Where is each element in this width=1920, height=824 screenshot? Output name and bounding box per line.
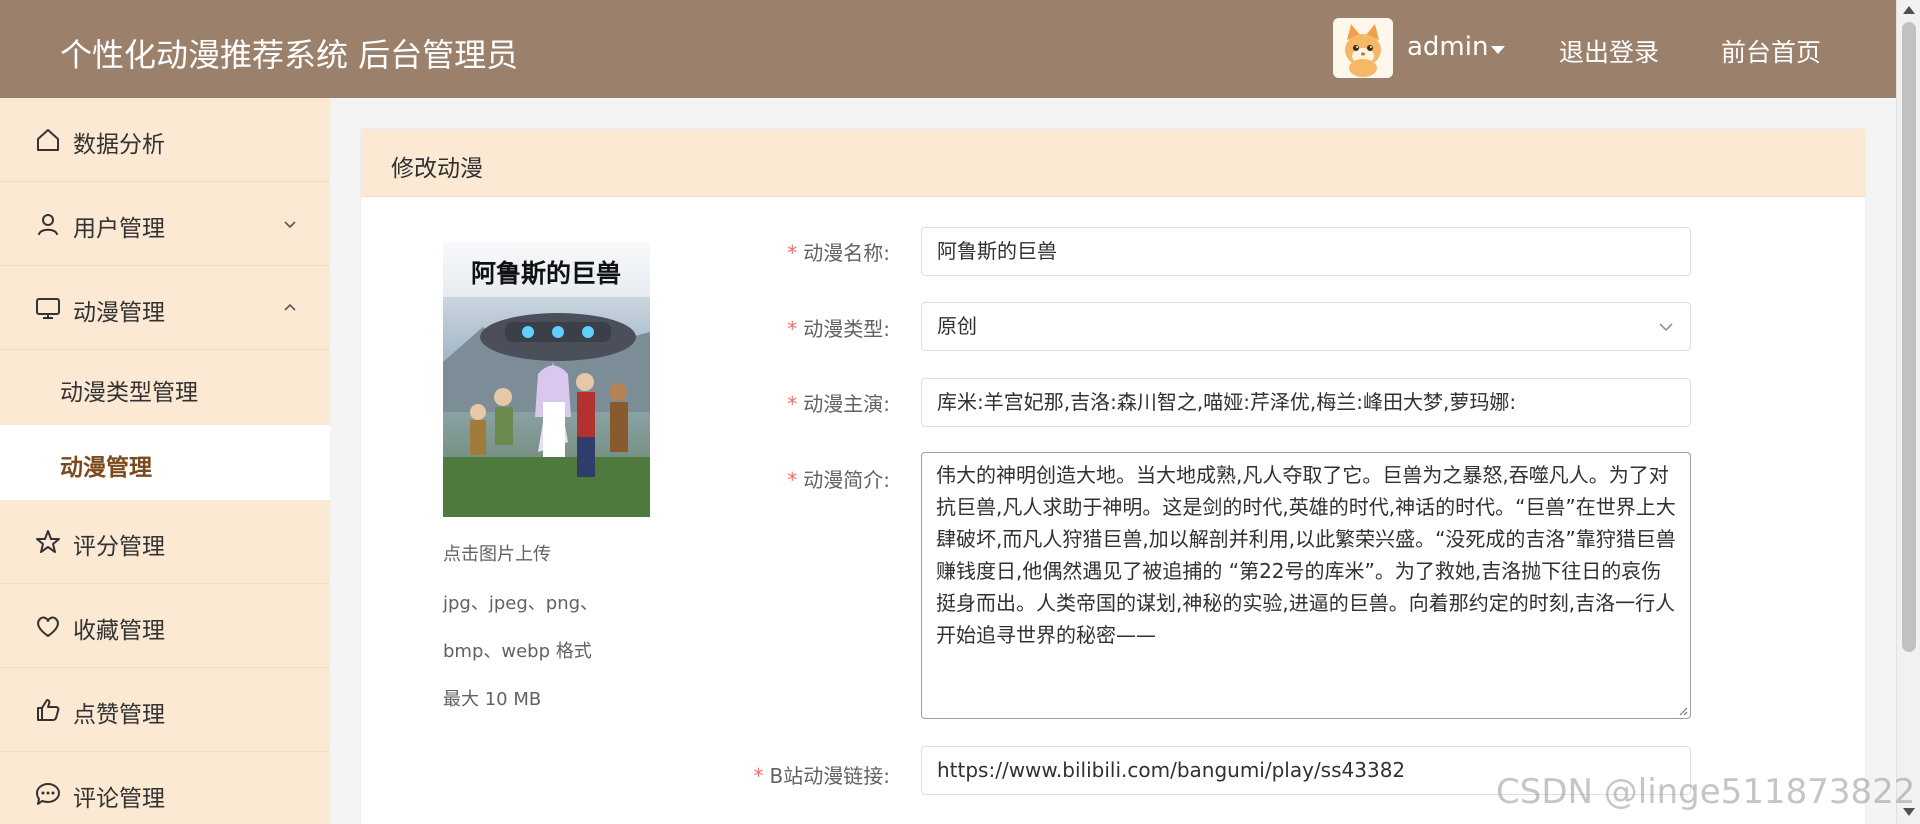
sidebar-item-likes[interactable]: 点赞管理: [0, 668, 330, 752]
caret-down-icon[interactable]: [1491, 46, 1505, 54]
required-mark: *: [787, 392, 798, 416]
sidebar-item-label: 评分管理: [73, 534, 165, 560]
sidebar-item-anime-manage[interactable]: 动漫管理: [0, 425, 330, 500]
upload-formats-2: bmp、webp 格式: [443, 641, 592, 662]
star-icon: [36, 530, 60, 553]
sidebar: 数据分析 用户管理 动漫管理 动漫类型管理 动漫管理 评分管理 收藏管理 点赞管…: [0, 98, 330, 824]
upload-formats-1: jpg、jpeg、png、: [443, 593, 599, 614]
chevron-up-icon: [284, 303, 296, 311]
app-title: 个性化动漫推荐系统 后台管理员: [60, 36, 519, 74]
intro-text: 伟大的神明创造大地。当大地成熟,凡人夺取了它。巨兽为之暴怒,吞噬凡人。为了对抗巨…: [936, 463, 1676, 647]
watermark: CSDN @linge511873822: [1496, 772, 1916, 812]
card-title: 修改动漫: [391, 156, 483, 182]
sidebar-item-anime-type[interactable]: 动漫类型管理: [0, 350, 330, 425]
sidebar-item-label: 数据分析: [73, 132, 165, 158]
scroll-thumb[interactable]: [1902, 22, 1916, 652]
required-mark: *: [787, 317, 798, 341]
home-link[interactable]: 前台首页: [1721, 33, 1821, 69]
poster-image: 阿鲁斯的巨兽: [443, 242, 650, 517]
upload-hint: 点击图片上传: [443, 544, 551, 565]
comment-icon: [36, 783, 60, 805]
avatar[interactable]: [1333, 18, 1393, 78]
upload-size: 最大 10 MB: [443, 689, 542, 710]
card-header: 修改动漫: [361, 129, 1865, 197]
name-label-text: 动漫名称:: [803, 241, 890, 265]
intro-label-text: 动漫简介:: [803, 468, 890, 492]
name-label: * 动漫名称:: [787, 237, 890, 266]
resize-handle-icon[interactable]: [1676, 704, 1688, 716]
sidebar-item-users[interactable]: 用户管理: [0, 182, 330, 266]
page-scrollbar[interactable]: [1896, 0, 1920, 824]
poster-upload[interactable]: 阿鲁斯的巨兽: [443, 242, 650, 517]
sidebar-item-label: 点赞管理: [73, 702, 165, 728]
type-label: * 动漫类型:: [787, 313, 890, 342]
sidebar-item-label: 用户管理: [73, 216, 165, 242]
cast-label: * 动漫主演:: [787, 388, 890, 417]
heart-icon: [37, 616, 59, 637]
chevron-down-icon: [284, 221, 296, 229]
intro-label: * 动漫简介:: [787, 464, 890, 493]
sidebar-item-data-analysis[interactable]: 数据分析: [0, 98, 330, 182]
type-select[interactable]: 原创: [921, 302, 1691, 351]
sidebar-item-label: 动漫管理: [73, 300, 165, 326]
name-input[interactable]: 阿鲁斯的巨兽: [921, 227, 1691, 276]
intro-textarea[interactable]: 伟大的神明创造大地。当大地成熟,凡人夺取了它。巨兽为之暴怒,吞噬凡人。为了对抗巨…: [921, 452, 1691, 719]
chevron-down-icon: [1659, 323, 1673, 332]
sidebar-item-label: 评论管理: [73, 786, 165, 812]
home-icon: [37, 129, 59, 151]
poster-title: 阿鲁斯的巨兽: [471, 259, 621, 288]
required-mark: *: [787, 468, 798, 492]
user-icon: [38, 214, 58, 236]
cast-input[interactable]: 库米:羊宫妃那,吉洛:森川智之,喵娅:芹泽优,梅兰:峰田大梦,萝玛娜:: [921, 378, 1691, 427]
username[interactable]: admin: [1407, 32, 1488, 62]
logout-link[interactable]: 退出登录: [1559, 33, 1659, 69]
sidebar-item-label: 动漫管理: [60, 455, 152, 481]
cast-label-text: 动漫主演:: [803, 392, 890, 416]
link-label-text: B站动漫链接:: [769, 764, 890, 788]
monitor-icon: [36, 298, 60, 319]
required-mark: *: [787, 241, 798, 265]
top-header: 个性化动漫推荐系统 后台管理员 admin 退出登录 前台首页: [0, 0, 1896, 98]
type-label-text: 动漫类型:: [803, 317, 890, 341]
sidebar-item-ratings[interactable]: 评分管理: [0, 500, 330, 584]
sidebar-item-label: 收藏管理: [73, 618, 165, 644]
sidebar-item-anime[interactable]: 动漫管理: [0, 266, 330, 350]
sidebar-item-favorites[interactable]: 收藏管理: [0, 584, 330, 668]
thumbs-up-icon: [37, 699, 60, 721]
type-select-value: 原创: [937, 314, 977, 338]
scroll-up-arrow-icon[interactable]: [1903, 6, 1915, 14]
sidebar-item-label: 动漫类型管理: [60, 380, 198, 406]
link-label: * B站动漫链接:: [754, 760, 890, 789]
sidebar-item-comments[interactable]: 评论管理: [0, 752, 330, 824]
required-mark: *: [753, 764, 764, 788]
